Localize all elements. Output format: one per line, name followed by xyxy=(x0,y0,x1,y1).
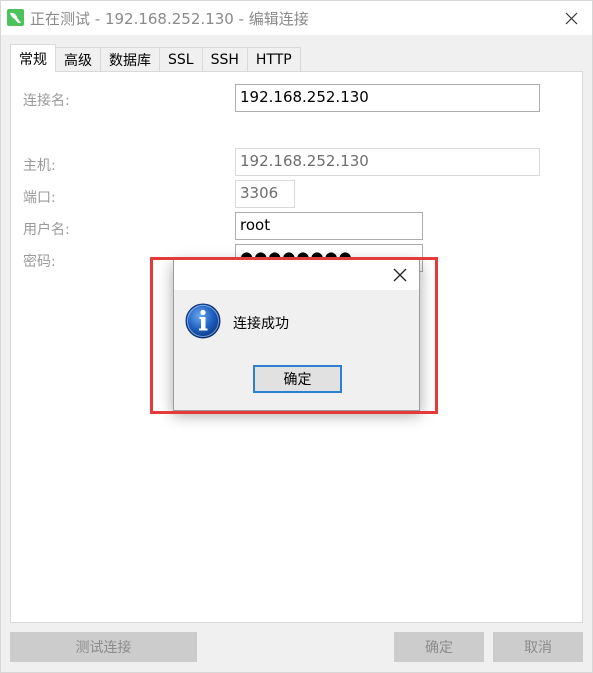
tab-label: HTTP xyxy=(255,52,292,68)
host-input[interactable]: 192.168.252.130 xyxy=(235,148,540,176)
tab-label: 数据库 xyxy=(109,53,151,69)
close-icon xyxy=(565,12,577,24)
port-input[interactable]: 3306 xyxy=(235,180,295,208)
red-highlight-box xyxy=(150,257,438,414)
tab-label: 高级 xyxy=(64,53,92,69)
window-close-button[interactable] xyxy=(557,5,585,31)
tab-label: SSH xyxy=(210,52,239,68)
tab-ssl[interactable]: SSL xyxy=(159,47,203,72)
tab-general[interactable]: 常规 xyxy=(10,44,56,72)
username-label: 用户名: xyxy=(23,222,70,238)
password-label: 密码: xyxy=(23,254,56,270)
username-input[interactable]: root xyxy=(235,212,423,240)
navicat-app-icon xyxy=(7,9,24,26)
port-label: 端口: xyxy=(23,190,56,206)
tab-advanced[interactable]: 高级 xyxy=(55,47,101,72)
test-connection-button[interactable]: 测试连接 xyxy=(10,632,197,662)
tab-label: 常规 xyxy=(19,51,47,68)
title-bar: 正在测试 - 192.168.252.130 - 编辑连接 xyxy=(1,1,592,35)
connection-name-label: 连接名: xyxy=(23,93,70,109)
connection-name-input[interactable]: 192.168.252.130 xyxy=(235,84,540,112)
tab-ssh[interactable]: SSH xyxy=(201,47,248,72)
tab-bar: 常规 高级 数据库 SSL SSH HTTP xyxy=(10,44,301,72)
cancel-button[interactable]: 取消 xyxy=(493,632,583,662)
window-title: 正在测试 - 192.168.252.130 - 编辑连接 xyxy=(30,10,309,28)
host-label: 主机: xyxy=(23,158,56,174)
ok-button[interactable]: 确定 xyxy=(394,632,484,662)
tab-http[interactable]: HTTP xyxy=(246,47,301,72)
tab-database[interactable]: 数据库 xyxy=(100,47,160,72)
tab-label: SSL xyxy=(168,52,194,68)
